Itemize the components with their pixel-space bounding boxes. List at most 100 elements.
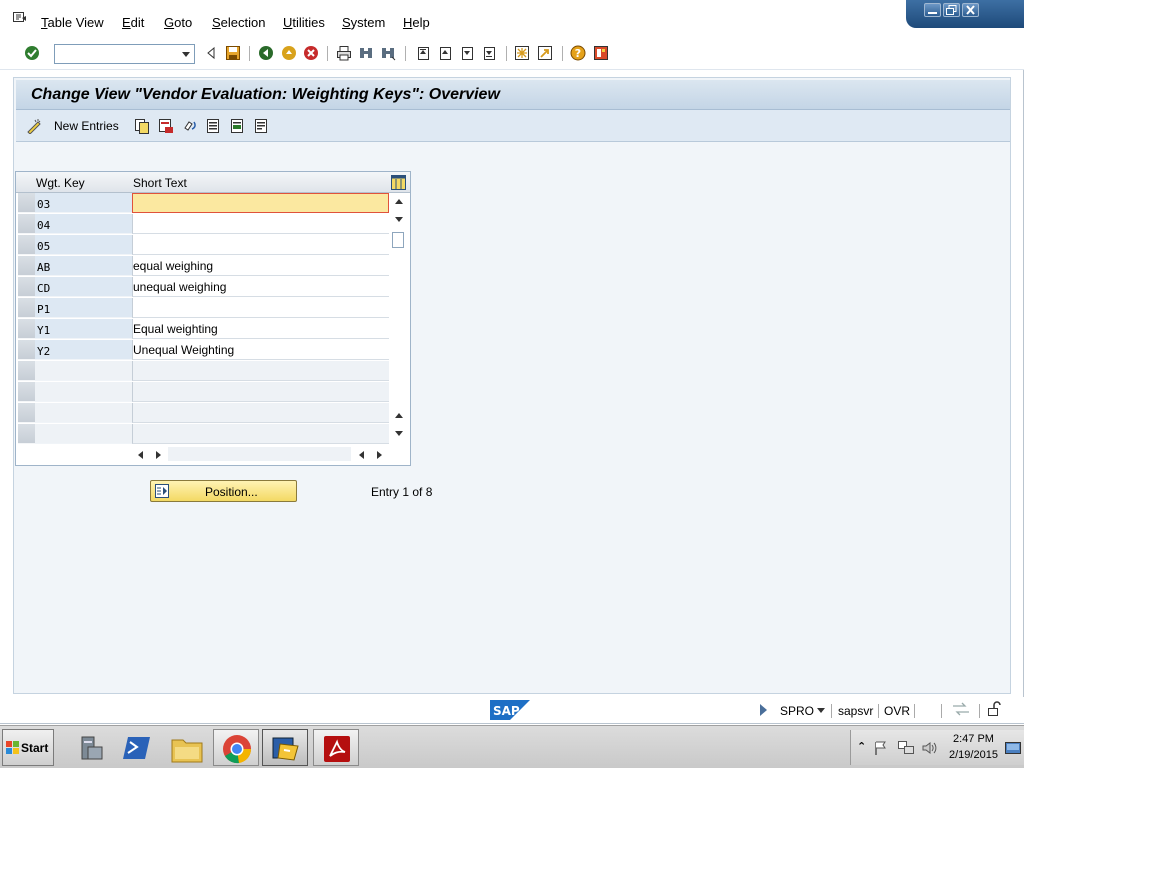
scroll-up-icon[interactable] <box>395 199 403 204</box>
vertical-scrollbar[interactable] <box>390 193 408 443</box>
new-entries-button[interactable]: New Entries <box>54 119 119 133</box>
menu-system[interactable]: System <box>342 15 385 30</box>
menu-selection[interactable]: Selection <box>212 15 265 30</box>
menu-goto[interactable]: Goto <box>164 15 192 30</box>
help-icon[interactable]: ? <box>570 45 586 61</box>
delete-icon[interactable] <box>158 118 174 134</box>
close-button[interactable] <box>962 3 979 17</box>
green-back-icon[interactable] <box>258 45 274 61</box>
short-text-input[interactable] <box>132 235 389 255</box>
status-expand-icon[interactable] <box>760 704 767 716</box>
chevron-down-icon[interactable] <box>817 708 825 713</box>
system-menu-icon[interactable] <box>13 12 27 24</box>
page-up-icon[interactable] <box>395 413 403 418</box>
start-button[interactable]: Start <box>2 729 54 766</box>
volume-icon[interactable] <box>921 740 937 756</box>
window-controls <box>906 0 1024 28</box>
print-icon[interactable] <box>336 45 352 61</box>
short-text-input[interactable]: unequal weighing <box>132 277 389 297</box>
command-field[interactable] <box>54 44 195 64</box>
network-icon[interactable] <box>897 740 915 756</box>
taskbar-server-manager[interactable] <box>66 729 112 766</box>
position-icon <box>155 484 169 498</box>
new-entries-icon[interactable] <box>26 118 42 134</box>
status-mode[interactable]: OVR <box>884 704 910 718</box>
menu-help[interactable]: Help <box>403 15 430 30</box>
taskbar-acrobat[interactable] <box>313 729 359 766</box>
find-icon[interactable] <box>358 45 374 61</box>
scroll-thumb[interactable] <box>392 232 404 248</box>
minimize-button[interactable] <box>924 3 941 17</box>
first-page-icon[interactable] <box>415 45 431 61</box>
find-next-icon[interactable] <box>380 45 396 61</box>
scroll-left-icon[interactable] <box>138 451 143 459</box>
deselect-all-icon[interactable] <box>253 118 269 134</box>
back-icon[interactable] <box>203 45 219 61</box>
short-text-input[interactable] <box>132 193 389 213</box>
row-selector[interactable] <box>18 235 35 255</box>
action-center-flag-icon[interactable] <box>873 740 889 756</box>
row-selector[interactable] <box>18 277 35 297</box>
position-button[interactable]: Position... <box>150 480 297 502</box>
copy-as-icon[interactable] <box>134 118 150 134</box>
menu-utilities[interactable]: Utilities <box>283 15 325 30</box>
scroll-right-icon[interactable] <box>377 451 382 459</box>
column-header-short-text[interactable]: Short Text <box>133 176 187 190</box>
enter-icon[interactable] <box>24 45 40 61</box>
shortcut-icon[interactable] <box>537 45 553 61</box>
last-page-icon[interactable] <box>481 45 497 61</box>
restore-button[interactable] <box>943 3 960 17</box>
svg-text:?: ? <box>575 47 581 60</box>
page-down-icon[interactable] <box>395 431 403 436</box>
horizontal-scrollbar[interactable] <box>16 445 410 465</box>
cancel-icon[interactable] <box>303 45 319 61</box>
row-selector[interactable] <box>18 298 35 318</box>
empty-cell <box>132 382 389 402</box>
taskbar-explorer[interactable] <box>164 729 210 766</box>
row-selector[interactable] <box>18 319 35 339</box>
chevron-down-icon[interactable] <box>182 52 190 57</box>
save-icon[interactable] <box>225 45 241 61</box>
short-text-input[interactable]: Equal weighting <box>132 319 389 339</box>
short-text-input[interactable] <box>132 298 389 318</box>
short-text-input[interactable]: Unequal Weighting <box>132 340 389 360</box>
scroll-right-icon[interactable] <box>156 451 161 459</box>
previous-page-icon[interactable] <box>437 45 453 61</box>
short-text-input[interactable]: equal weighing <box>132 256 389 276</box>
create-session-icon[interactable] <box>514 45 530 61</box>
next-page-icon[interactable] <box>459 45 475 61</box>
restore-icon <box>946 5 957 15</box>
row-selector[interactable] <box>18 361 35 381</box>
table-settings-icon[interactable] <box>391 175 406 190</box>
taskbar-powershell[interactable] <box>114 729 160 766</box>
column-header-wgt-key[interactable]: Wgt. Key <box>36 176 85 190</box>
empty-cell <box>132 424 389 444</box>
scroll-down-icon[interactable] <box>395 217 403 222</box>
scroll-track[interactable] <box>168 447 351 461</box>
empty-cell <box>132 403 389 423</box>
show-desktop-icon[interactable] <box>1005 742 1021 754</box>
row-selector[interactable] <box>18 256 35 276</box>
select-all-icon[interactable] <box>205 118 221 134</box>
menu-edit[interactable]: Edit <box>122 15 144 30</box>
scroll-left-icon[interactable] <box>359 451 364 459</box>
row-selector[interactable] <box>18 403 35 423</box>
wgt-key-cell: P1 <box>35 298 132 318</box>
row-selector[interactable] <box>18 382 35 402</box>
lock-icon[interactable] <box>986 701 1002 717</box>
row-selector[interactable] <box>18 214 35 234</box>
short-text-input[interactable] <box>132 214 389 234</box>
clock-time[interactable]: 2:47 PM <box>953 733 994 745</box>
customize-layout-icon[interactable] <box>593 45 609 61</box>
clock-date[interactable]: 2/19/2015 <box>949 749 998 761</box>
row-selector[interactable] <box>18 424 35 444</box>
select-block-icon[interactable] <box>229 118 245 134</box>
show-hidden-icons-icon[interactable]: ⌃ <box>857 740 866 753</box>
row-selector[interactable] <box>18 340 35 360</box>
exit-icon[interactable] <box>281 45 297 61</box>
taskbar-sap-logon[interactable] <box>262 729 308 766</box>
menu-table-view[interactable]: Table View <box>41 15 104 30</box>
taskbar-chrome[interactable] <box>213 729 259 766</box>
undo-change-icon[interactable] <box>182 118 198 134</box>
row-selector[interactable] <box>18 193 35 213</box>
